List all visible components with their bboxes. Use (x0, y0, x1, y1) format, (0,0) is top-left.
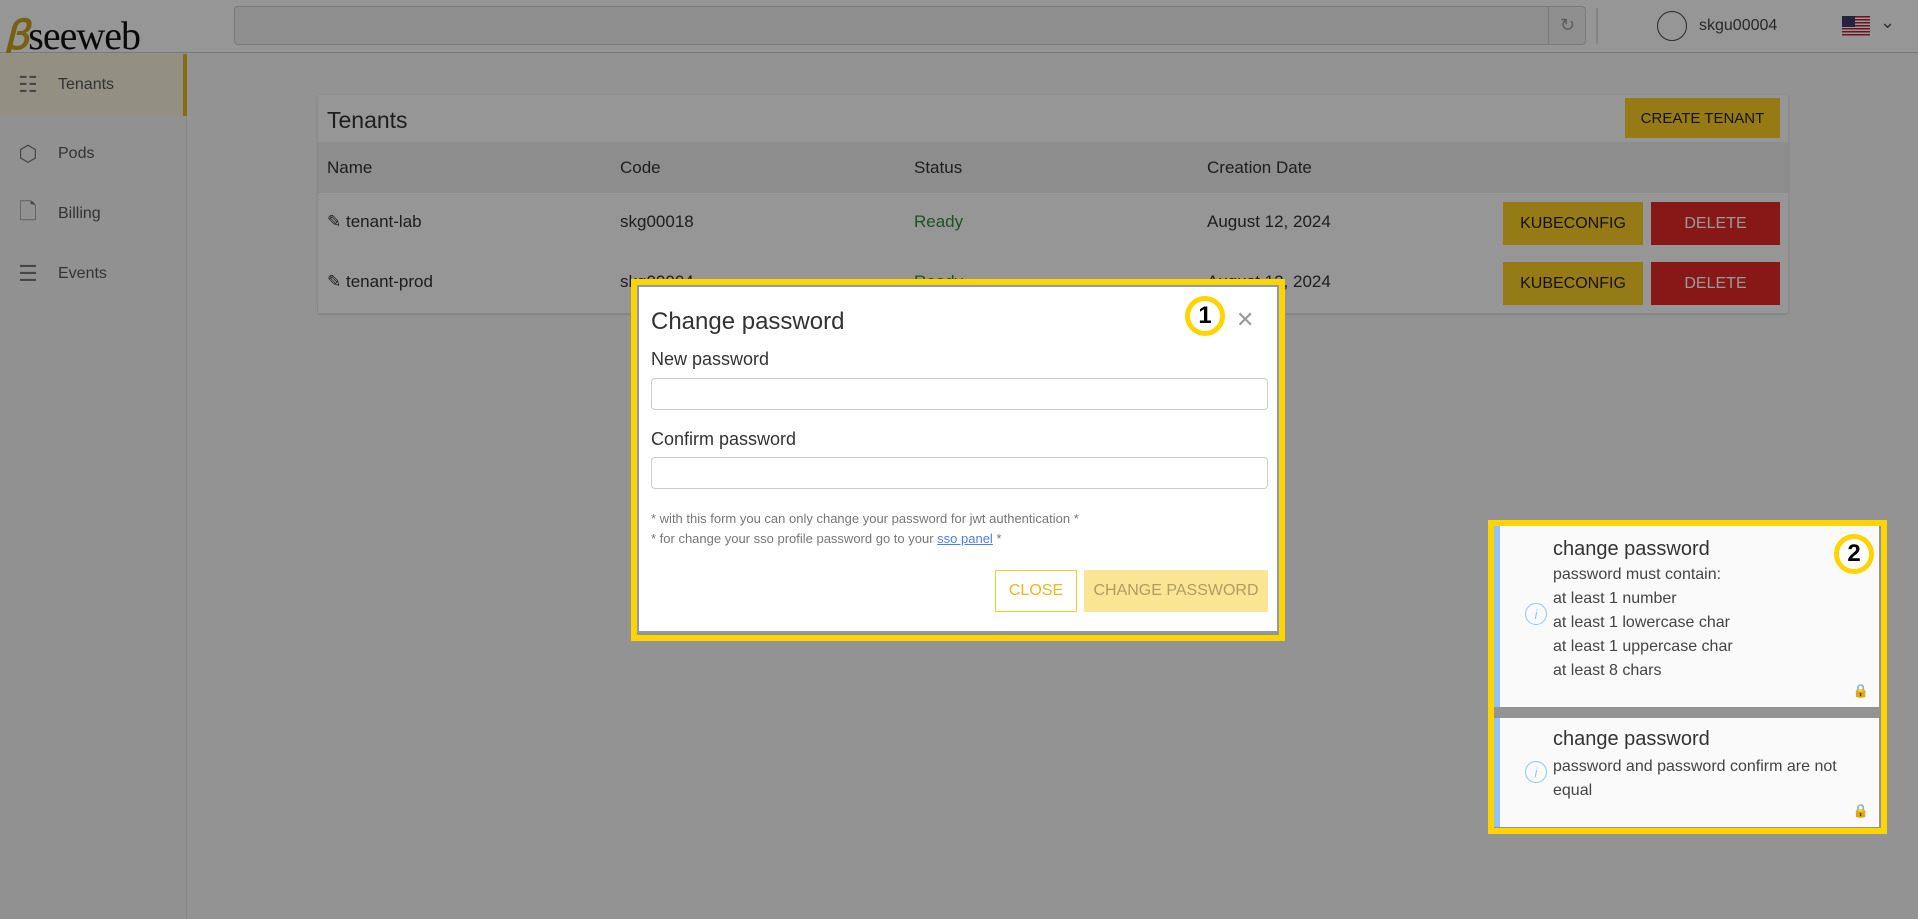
annotation-badge-1: 1 (1185, 296, 1225, 336)
toast-notification[interactable]: i change password password must contain:… (1494, 526, 1879, 707)
toast-line: at least 1 uppercase char (1553, 638, 1733, 655)
confirm-password-label: Confirm password (651, 429, 797, 449)
sso-note-text: * for change your sso profile password g… (651, 531, 938, 546)
toast-title: change password (1553, 538, 1710, 560)
info-icon: i (1525, 603, 1547, 625)
toast-title: change password (1553, 728, 1710, 750)
new-password-label: New password (651, 349, 770, 369)
close-x-icon[interactable]: ✕ (1236, 307, 1254, 333)
sso-note-suffix: * (992, 531, 1002, 546)
toast-line: equal (1553, 782, 1593, 799)
change-password-modal: Change password ✕ New password Confirm p… (637, 285, 1279, 633)
annotation-badge-2: 2 (1834, 534, 1874, 574)
toast-line: at least 1 number (1553, 590, 1677, 607)
toast-line: at least 8 chars (1553, 662, 1662, 679)
info-icon: i (1525, 761, 1547, 783)
sso-panel-link[interactable]: sso panel (937, 531, 993, 546)
lock-icon[interactable]: 🔒 (1853, 683, 1869, 699)
change-password-button[interactable]: CHANGE PASSWORD (1084, 570, 1268, 612)
toast-notification[interactable]: i change password password and password … (1494, 718, 1879, 827)
toast-line: password must contain: (1553, 566, 1722, 583)
toast-line: at least 1 lowercase char (1553, 614, 1730, 631)
confirm-password-input[interactable] (651, 457, 1268, 489)
jwt-note: * with this form you can only change you… (651, 511, 1079, 526)
lock-icon[interactable]: 🔒 (1853, 803, 1869, 819)
close-button[interactable]: CLOSE (995, 570, 1077, 612)
new-password-input[interactable] (651, 378, 1268, 410)
toast-line: password and password confirm are not (1553, 758, 1837, 775)
sso-note: * for change your sso profile password g… (651, 531, 1001, 546)
modal-title: Change password (651, 308, 845, 335)
